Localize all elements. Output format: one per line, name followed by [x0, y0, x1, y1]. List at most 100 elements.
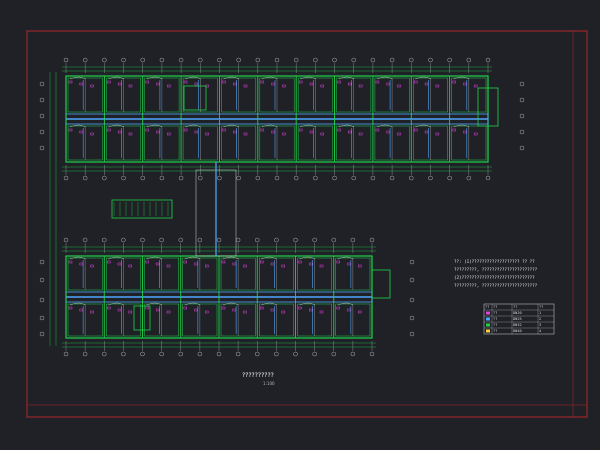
fixture [298, 260, 302, 264]
fixture [221, 306, 226, 310]
legend-cell: ?? [493, 322, 498, 327]
stair-core [183, 85, 207, 111]
axis-bubble [63, 57, 69, 63]
axis-bubble [519, 97, 525, 103]
fixture [128, 310, 132, 314]
legend-cell: 4 [539, 328, 542, 333]
fixture [319, 310, 324, 314]
legend-header-cell: ?? [485, 304, 490, 309]
axis-bubble [312, 351, 317, 357]
dimension-lines [39, 72, 525, 346]
axis-bubble [235, 237, 241, 243]
legend-cell: 1 [539, 310, 542, 315]
fixture [397, 84, 401, 88]
fixture [68, 80, 73, 84]
axis-bubble [159, 57, 165, 63]
axis-bubble [39, 113, 45, 119]
axis-bubble [39, 81, 45, 87]
legend-cell: 2 [539, 316, 542, 321]
axis-bubble [519, 129, 525, 135]
fixture [145, 306, 149, 310]
axis-bubble [447, 175, 452, 181]
axis-bubble [350, 351, 356, 357]
fixture [309, 308, 313, 312]
fixture [281, 264, 285, 268]
legend-cell: ?? [493, 310, 498, 315]
axis-bubble [63, 237, 69, 243]
fixture [156, 262, 160, 266]
fixture [232, 308, 236, 312]
lower-floor-plan [62, 237, 376, 357]
fixture [375, 128, 380, 132]
fixture [117, 262, 122, 266]
axis-bubble [274, 57, 280, 63]
fixture [107, 128, 111, 132]
fixture [397, 132, 401, 136]
axis-bubble [409, 175, 414, 181]
legend-swatch [486, 311, 490, 315]
axis-bubble [235, 351, 241, 357]
drawing-title: ?????????? [242, 372, 274, 379]
fixture [386, 130, 390, 134]
axis-bubble [159, 237, 164, 243]
fixture [347, 262, 351, 266]
fixture [117, 308, 122, 312]
upper-floor-plan [62, 57, 492, 181]
axis-bubble [350, 237, 356, 243]
axis-bubble [82, 57, 88, 63]
fixture [128, 84, 133, 88]
fixture [156, 130, 160, 134]
note-line-2: ?????????, ?????????????????????? [454, 267, 538, 272]
fixture [90, 132, 94, 136]
axis-bubble [198, 175, 203, 181]
axis-bubble [82, 237, 88, 243]
legend-cell: ?? [493, 328, 498, 333]
fixture [435, 132, 440, 136]
fixture [183, 306, 187, 310]
fixture [183, 260, 187, 264]
axis-bubble [331, 351, 336, 357]
axis-bubble [216, 351, 222, 357]
fixture [128, 264, 132, 268]
fixture [167, 132, 171, 136]
axis-bubble [198, 57, 203, 63]
fixture [298, 80, 303, 84]
fixture [167, 84, 171, 88]
axis-bubble [274, 175, 280, 181]
fixture [79, 82, 84, 86]
note-line-3: (2)????????????????????????????? [454, 275, 535, 280]
connecting-corridor [111, 85, 499, 331]
fixture [463, 82, 467, 86]
fixture [358, 310, 362, 314]
axis-bubble [140, 351, 145, 357]
fixture [282, 84, 286, 88]
axis-bubble [274, 351, 279, 357]
drawing-scale: 1:100 [263, 381, 275, 386]
axis-bubble [409, 315, 415, 321]
axis-bubble [485, 57, 491, 63]
axis-bubble [332, 57, 337, 63]
legend-cell: DN40 [513, 328, 522, 333]
fixture [473, 84, 478, 88]
fixture [221, 260, 226, 264]
axis-bubble [121, 57, 126, 63]
fixture [117, 82, 122, 86]
fixture [271, 130, 275, 134]
fixture [232, 130, 237, 134]
axis-bubble [217, 175, 222, 181]
axis-bubble [39, 297, 45, 303]
fixture [243, 132, 248, 136]
fixture [309, 130, 314, 134]
fixture [424, 130, 429, 134]
fixture [282, 132, 286, 136]
fixture [260, 80, 265, 84]
axis-bubble [409, 297, 415, 303]
fixture [166, 264, 171, 268]
axis-bubble [197, 351, 203, 357]
axis-bubble [389, 175, 395, 181]
fixture [424, 82, 429, 86]
fixture [166, 310, 171, 314]
fixture [337, 80, 341, 84]
fixture [358, 84, 363, 88]
drawing-frame-outer [26, 30, 588, 418]
